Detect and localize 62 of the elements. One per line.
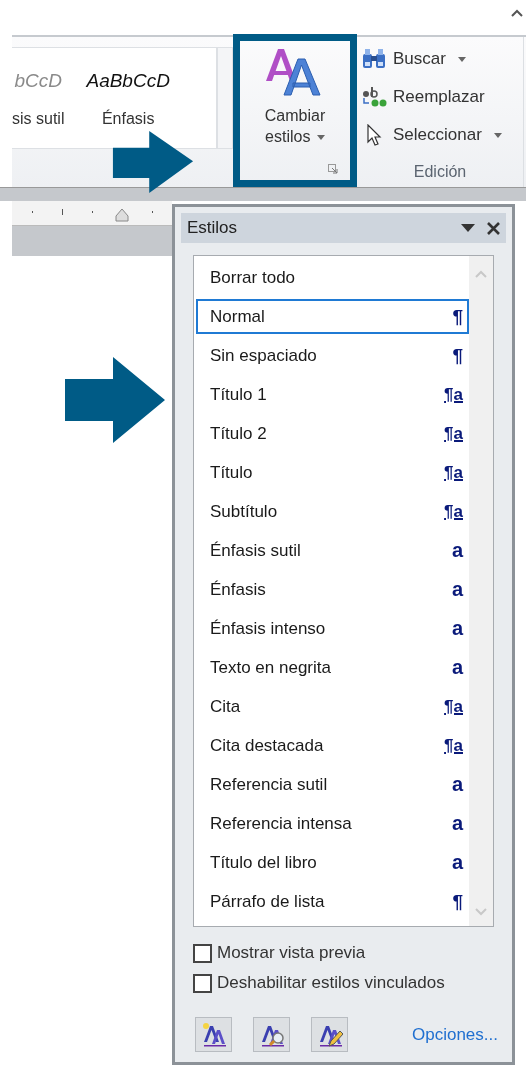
style-type-mark: ¶a <box>444 384 463 405</box>
dropdown-icon[interactable] <box>461 224 475 232</box>
style-item[interactable]: Sin espaciado ¶ <box>196 338 469 373</box>
binoculars-icon <box>361 48 387 70</box>
tool-button[interactable] <box>311 1017 348 1052</box>
style-preview[interactable]: AaBbCcD <box>86 70 170 92</box>
style-type-mark: ¶ <box>452 890 463 913</box>
command-button[interactable]: Reemplazar <box>361 83 523 111</box>
style-type-mark: a <box>451 851 463 874</box>
style-item[interactable]: Cita destacada ¶a <box>196 728 469 763</box>
command-button[interactable]: Buscar <box>361 45 523 73</box>
style-item[interactable]: Cita ¶a <box>196 689 469 724</box>
style-item[interactable]: Título 1 ¶a <box>196 377 469 412</box>
style-item[interactable]: Subtítulo ¶a <box>196 494 469 529</box>
replace-icon <box>361 86 387 108</box>
options-link[interactable]: Opciones... <box>412 1024 498 1045</box>
dialog-launcher-icon[interactable] <box>328 164 338 174</box>
style-type-mark: a <box>451 656 463 679</box>
style-type-mark: a <box>451 812 463 835</box>
style-item[interactable]: Título 2 ¶a <box>196 416 469 451</box>
style-type-mark: ¶a <box>444 462 463 483</box>
style-preview[interactable]: bCcD <box>14 70 62 92</box>
change-styles-button[interactable]: Cambiar estilos <box>251 41 339 156</box>
checkbox[interactable] <box>193 943 212 963</box>
collapse-ribbon-icon[interactable] <box>510 8 524 18</box>
style-type-mark: ¶ <box>452 305 463 328</box>
group-label: Edición <box>412 163 468 181</box>
close-icon[interactable] <box>487 221 500 235</box>
new-style-icon <box>200 1021 227 1048</box>
style-type-mark: ¶a <box>444 735 463 756</box>
style-item[interactable]: Título ¶a <box>196 455 469 490</box>
checkbox-label[interactable]: Deshabilitar estilos vinculados <box>217 973 445 993</box>
style-type-mark: a <box>451 617 463 640</box>
pane-title: Estilos <box>187 218 239 238</box>
style-type-mark: a <box>451 773 463 796</box>
style-name: sis sutil <box>12 110 65 128</box>
style-type-mark: a <box>451 539 463 562</box>
style-item[interactable]: Referencia intensa a <box>196 806 469 841</box>
caret-icon <box>316 135 325 141</box>
checkbox[interactable] <box>193 973 212 993</box>
tool-button[interactable] <box>195 1017 232 1052</box>
style-item[interactable]: Texto en negrita a <box>196 650 469 685</box>
style-item[interactable]: Énfasis sutil a <box>196 533 469 568</box>
style-item[interactable]: Normal ¶ <box>196 299 469 334</box>
caret-icon <box>457 56 466 62</box>
tool-button[interactable] <box>253 1017 290 1052</box>
style-type-mark: ¶a <box>444 696 463 717</box>
style-type-mark: ¶a <box>444 501 463 522</box>
command-button[interactable]: Seleccionar <box>361 121 523 149</box>
caret-icon <box>493 132 502 138</box>
style-item[interactable]: Borrar todo <box>196 260 469 295</box>
style-item[interactable]: Título del libro a <box>196 845 469 880</box>
checkbox-label[interactable]: Mostrar vista previa <box>217 943 366 963</box>
style-name: Énfasis <box>101 110 155 128</box>
style-type-mark: ¶a <box>444 423 463 444</box>
style-item[interactable]: Referencia sutil a <box>196 767 469 802</box>
style-type-mark: a <box>451 578 463 601</box>
style-type-mark: ¶ <box>452 344 463 367</box>
style-item[interactable]: Énfasis intenso a <box>196 611 469 646</box>
style-item[interactable]: Énfasis a <box>196 572 469 607</box>
style-item[interactable]: Párrafo de lista ¶ <box>196 884 469 919</box>
gallery-scrollbar[interactable] <box>217 47 233 149</box>
